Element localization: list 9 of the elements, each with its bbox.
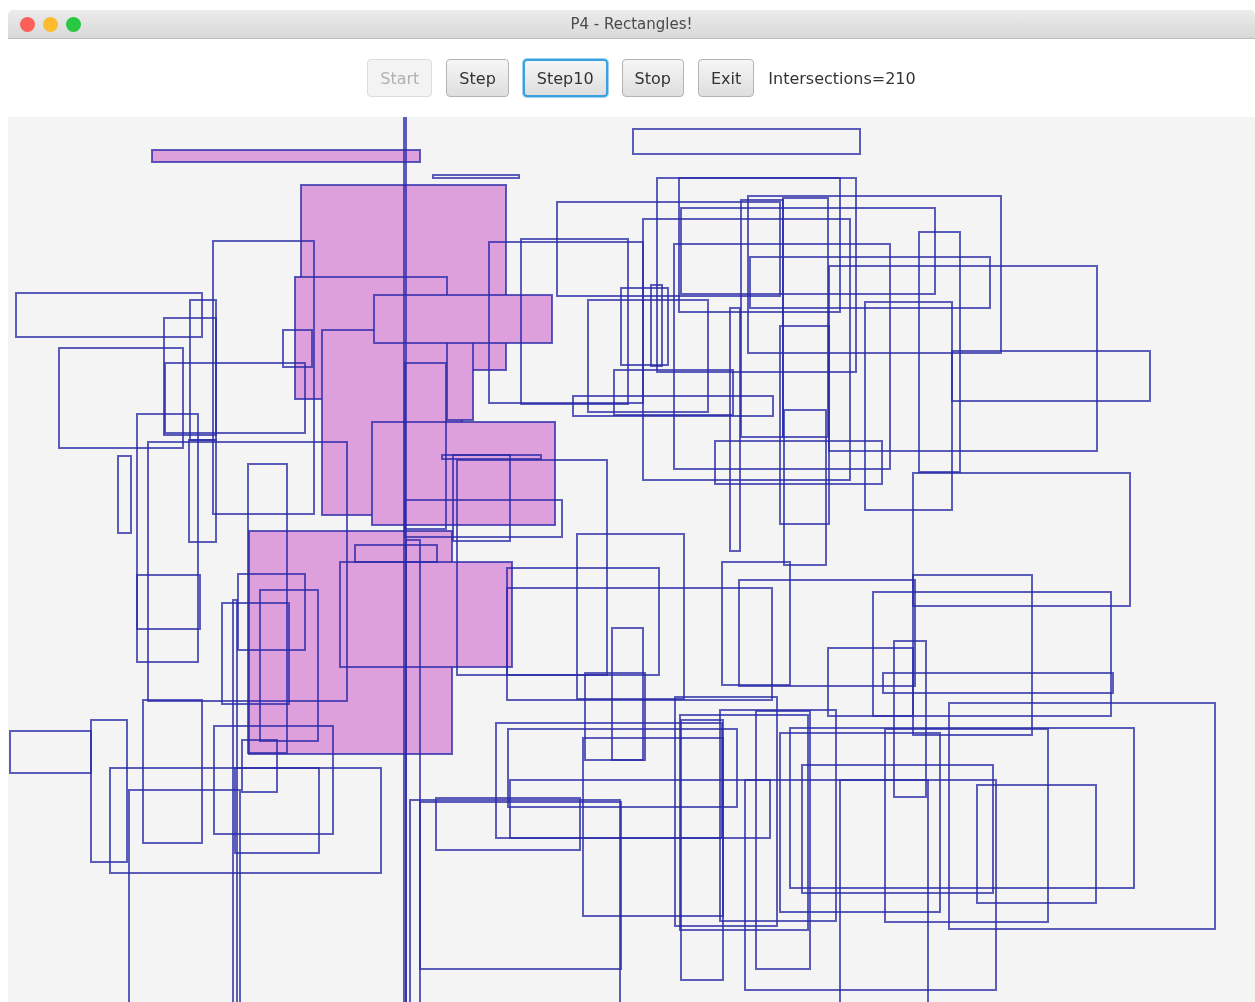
- toolbar-button[interactable]: Step: [446, 59, 509, 97]
- intersections-label: Intersections=210: [768, 68, 916, 88]
- minimize-icon[interactable]: [43, 16, 58, 32]
- toolbar-button[interactable]: Exit: [697, 59, 755, 97]
- window-title: P4 - Rectangles!: [570, 15, 693, 33]
- toolbar-button[interactable]: Step10: [522, 59, 608, 97]
- toolbar-button[interactable]: Stop: [621, 59, 684, 97]
- close-icon[interactable]: [20, 16, 35, 32]
- maximize-icon[interactable]: [66, 16, 81, 32]
